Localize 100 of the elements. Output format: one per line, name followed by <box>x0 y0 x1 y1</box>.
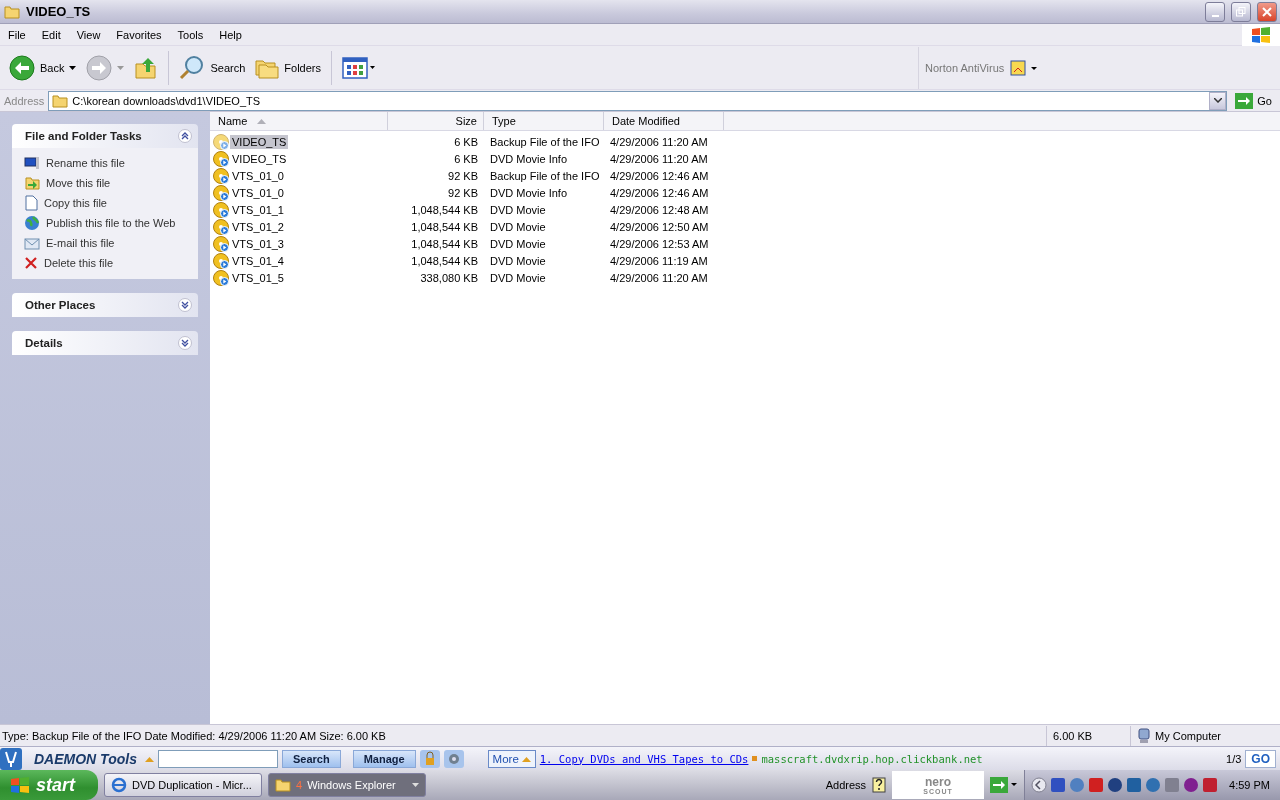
menu-item[interactable]: Tools <box>169 28 212 41</box>
column-header[interactable]: Type <box>484 112 604 130</box>
window-title: VIDEO_TS <box>26 4 92 19</box>
daemon-tools-title[interactable]: DAEMON Tools <box>26 750 141 767</box>
table-cell-text: 4/29/2006 12:50 AM <box>609 220 710 233</box>
file-name[interactable]: VTS_01_3 <box>230 236 286 251</box>
table-cell-text: 1,048,544 KB <box>410 237 479 250</box>
lock-icon[interactable] <box>419 749 440 768</box>
table-cell-text: 4/29/2006 12:46 AM <box>609 169 710 182</box>
task-link[interactable]: Publish this file to the Web <box>24 214 190 231</box>
go-arrow-icon[interactable] <box>990 777 1019 793</box>
table-cell-text: DVD Movie Info <box>489 152 569 165</box>
menu-item[interactable]: Edit <box>33 28 69 41</box>
gear-icon[interactable] <box>443 749 464 768</box>
dvd-file-icon <box>213 167 229 184</box>
search-button[interactable]: Search <box>176 49 249 86</box>
status-zone: My Computer <box>1155 729 1222 742</box>
file-name[interactable]: VTS_01_2 <box>230 219 286 234</box>
tray-icon[interactable] <box>1126 777 1143 793</box>
computer-icon <box>1137 727 1151 744</box>
menu-item[interactable]: Favorites <box>108 28 170 41</box>
task-link[interactable]: Delete this file <box>24 254 190 271</box>
chevron-left-icon[interactable] <box>1031 777 1048 793</box>
file-name[interactable]: VIDEO_TS <box>230 134 289 149</box>
search-button[interactable]: Search <box>281 749 341 768</box>
dvd-file-icon <box>213 252 229 269</box>
restore-button[interactable] <box>1231 1 1251 22</box>
minimize-icon <box>1211 14 1219 17</box>
file-name[interactable]: VTS_01_5 <box>230 270 286 285</box>
expand-icon[interactable] <box>178 336 192 350</box>
table-cell-text: 4/29/2006 12:53 AM <box>609 237 710 250</box>
address-field[interactable]: C:\korean downloads\dvd1\VIDEO_TS <box>48 90 1228 111</box>
dvd-file-icon <box>213 150 229 167</box>
table-cell-text: 92 KB <box>447 169 479 182</box>
file-name[interactable]: VIDEO_TS <box>230 151 289 166</box>
table-cell-text: 4/29/2006 11:20 AM <box>609 152 709 165</box>
file-name[interactable]: VTS_01_0 <box>230 185 286 200</box>
ad-url: masscraft.dvdxrip.hop.clickbank.net <box>761 752 983 765</box>
menu-item[interactable]: Help <box>211 28 250 41</box>
tray-icon[interactable] <box>1183 777 1200 793</box>
tray-icon[interactable] <box>1107 777 1124 793</box>
task-pane-header[interactable]: File and Folder Tasks <box>12 124 198 148</box>
table-cell-text: DVD Movie Info <box>489 186 569 199</box>
back-button[interactable]: Back <box>6 49 80 86</box>
globe-icon <box>24 214 40 231</box>
table-cell-text: 338,080 KB <box>419 271 479 284</box>
file-name[interactable]: VTS_01_0 <box>230 168 286 183</box>
dropdown-button[interactable] <box>1209 91 1227 110</box>
table-cell-text: 4/29/2006 11:20 AM <box>609 271 709 284</box>
tray-icon[interactable] <box>1202 777 1219 793</box>
more-button[interactable]: More <box>487 749 536 768</box>
search-field[interactable] <box>157 749 278 768</box>
dvd-file-icon <box>213 218 229 235</box>
taskbar-button[interactable]: DVD Duplication - Micr... <box>104 773 262 797</box>
go-button[interactable]: GO <box>1245 749 1276 768</box>
bullet-icon <box>752 756 758 761</box>
task-pane-header[interactable]: Details <box>12 331 198 355</box>
taskbar-button[interactable]: 4 Windows Explorer <box>268 773 426 797</box>
task-link[interactable]: Rename this file <box>24 154 190 171</box>
task-pane-header[interactable]: Other Places <box>12 293 198 317</box>
table-cell-text: 92 KB <box>447 186 479 199</box>
column-header[interactable]: Date Modified <box>604 112 724 130</box>
tray-icon[interactable] <box>1088 777 1105 793</box>
table-cell-text: DVD Movie <box>489 254 547 267</box>
go-button[interactable]: Go <box>1231 92 1276 109</box>
collapse-icon[interactable] <box>178 129 192 143</box>
task-link[interactable]: Copy this file <box>24 194 190 211</box>
norton-toolbar-icon[interactable] <box>1010 59 1039 76</box>
column-header[interactable]: Size <box>388 112 484 130</box>
table-cell-text: 1,048,544 KB <box>410 220 479 233</box>
search-icon <box>179 54 206 81</box>
expand-icon[interactable] <box>178 298 192 312</box>
caret-icon[interactable] <box>69 65 77 70</box>
file-name[interactable]: VTS_01_4 <box>230 253 286 268</box>
menu-item[interactable]: View <box>68 28 109 41</box>
task-link[interactable]: E-mail this file <box>24 234 190 251</box>
status-size: 6.00 KB <box>1053 729 1093 742</box>
dvd-file-icon <box>213 235 229 252</box>
start-button[interactable]: start <box>0 770 98 800</box>
folders-button[interactable]: Folders <box>252 49 324 86</box>
minimize-button[interactable] <box>1205 1 1225 22</box>
file-name[interactable]: VTS_01_1 <box>230 202 286 217</box>
move-file-icon <box>24 174 40 191</box>
close-button[interactable] <box>1257 1 1277 22</box>
table-cell-text: Backup File of the IFO <box>489 169 601 182</box>
ad-link[interactable]: 1. Copy DVDs and VHS Tapes to CDs <box>539 752 749 765</box>
table-cell-text: Backup File of the IFO <box>489 135 601 148</box>
table-cell-text: DVD Movie <box>489 271 547 284</box>
menu-item[interactable]: File <box>0 28 34 41</box>
manage-button[interactable]: Manage <box>352 749 416 768</box>
folder-up-icon <box>134 55 159 80</box>
tray-icon[interactable] <box>1145 777 1162 793</box>
delete-x-icon <box>24 255 38 270</box>
help-icon[interactable] <box>872 777 887 793</box>
task-link[interactable]: Move this file <box>24 174 190 191</box>
dvd-file-icon <box>213 269 229 286</box>
tray-icon[interactable] <box>1050 777 1067 793</box>
dvd-file-icon <box>213 133 229 150</box>
table-cell-text: 4/29/2006 12:48 AM <box>609 203 710 216</box>
column-header[interactable]: Name <box>210 112 388 130</box>
